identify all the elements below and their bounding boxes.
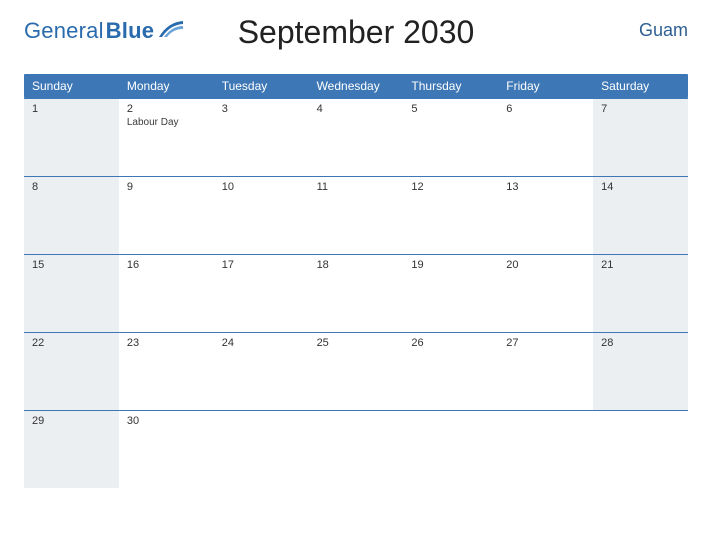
day-cell: 13 xyxy=(498,176,593,254)
dow-monday: Monday xyxy=(119,74,214,98)
week-row: 15 16 17 18 19 20 21 xyxy=(24,254,688,332)
day-number: 1 xyxy=(32,103,113,115)
day-of-week-header: Sunday Monday Tuesday Wednesday Thursday… xyxy=(24,74,688,98)
day-cell: 2 Labour Day xyxy=(119,98,214,176)
day-cell: 15 xyxy=(24,254,119,332)
day-number: 28 xyxy=(601,337,682,349)
day-number: 14 xyxy=(601,181,682,193)
day-cell: 17 xyxy=(214,254,309,332)
day-number: 27 xyxy=(506,337,587,349)
day-number: 21 xyxy=(601,259,682,271)
day-cell: 27 xyxy=(498,332,593,410)
dow-wednesday: Wednesday xyxy=(309,74,404,98)
day-cell: 16 xyxy=(119,254,214,332)
calendar-page: General Blue September 2030 Guam Sunday … xyxy=(0,0,712,506)
day-cell-empty xyxy=(309,410,404,488)
day-cell: 9 xyxy=(119,176,214,254)
day-number: 6 xyxy=(506,103,587,115)
day-cell: 28 xyxy=(593,332,688,410)
dow-saturday: Saturday xyxy=(593,74,688,98)
dow-thursday: Thursday xyxy=(403,74,498,98)
day-number: 13 xyxy=(506,181,587,193)
dow-sunday: Sunday xyxy=(24,74,119,98)
day-cell: 12 xyxy=(403,176,498,254)
day-number: 12 xyxy=(411,181,492,193)
day-number: 18 xyxy=(317,259,398,271)
day-number: 16 xyxy=(127,259,208,271)
day-number: 5 xyxy=(411,103,492,115)
day-cell: 14 xyxy=(593,176,688,254)
day-cell-empty xyxy=(593,410,688,488)
day-cell: 1 xyxy=(24,98,119,176)
day-number: 29 xyxy=(32,415,113,427)
day-number: 2 xyxy=(127,103,208,115)
day-cell: 22 xyxy=(24,332,119,410)
day-number: 24 xyxy=(222,337,303,349)
dow-friday: Friday xyxy=(498,74,593,98)
calendar-title: September 2030 xyxy=(24,14,688,51)
day-cell: 21 xyxy=(593,254,688,332)
day-cell: 7 xyxy=(593,98,688,176)
dow-tuesday: Tuesday xyxy=(214,74,309,98)
day-cell: 4 xyxy=(309,98,404,176)
week-row: 1 2 Labour Day 3 4 5 6 7 xyxy=(24,98,688,176)
week-row: 22 23 24 25 26 27 28 xyxy=(24,332,688,410)
day-number: 8 xyxy=(32,181,113,193)
day-cell: 10 xyxy=(214,176,309,254)
day-number: 9 xyxy=(127,181,208,193)
day-cell: 26 xyxy=(403,332,498,410)
day-number: 30 xyxy=(127,415,208,427)
day-cell: 5 xyxy=(403,98,498,176)
day-cell: 23 xyxy=(119,332,214,410)
day-number: 20 xyxy=(506,259,587,271)
day-cell: 25 xyxy=(309,332,404,410)
day-event: Labour Day xyxy=(127,117,208,128)
day-cell: 29 xyxy=(24,410,119,488)
day-cell: 3 xyxy=(214,98,309,176)
header: General Blue September 2030 Guam xyxy=(24,14,688,68)
day-cell: 11 xyxy=(309,176,404,254)
day-number: 26 xyxy=(411,337,492,349)
day-cell: 24 xyxy=(214,332,309,410)
day-cell: 18 xyxy=(309,254,404,332)
day-cell: 19 xyxy=(403,254,498,332)
day-number: 4 xyxy=(317,103,398,115)
day-number: 10 xyxy=(222,181,303,193)
day-number: 19 xyxy=(411,259,492,271)
day-cell-empty xyxy=(403,410,498,488)
region-label: Guam xyxy=(639,20,688,41)
day-number: 25 xyxy=(317,337,398,349)
week-row: 29 30 xyxy=(24,410,688,488)
day-number: 11 xyxy=(317,181,398,193)
day-number: 22 xyxy=(32,337,113,349)
day-number: 7 xyxy=(601,103,682,115)
day-cell-empty xyxy=(214,410,309,488)
day-cell: 6 xyxy=(498,98,593,176)
day-number: 3 xyxy=(222,103,303,115)
day-cell: 30 xyxy=(119,410,214,488)
day-number: 17 xyxy=(222,259,303,271)
day-cell-empty xyxy=(498,410,593,488)
week-row: 8 9 10 11 12 13 14 xyxy=(24,176,688,254)
day-cell: 8 xyxy=(24,176,119,254)
day-number: 23 xyxy=(127,337,208,349)
weeks-grid: 12Labour Day3456789101112131415161718192… xyxy=(24,98,688,488)
day-cell: 20 xyxy=(498,254,593,332)
day-number: 15 xyxy=(32,259,113,271)
